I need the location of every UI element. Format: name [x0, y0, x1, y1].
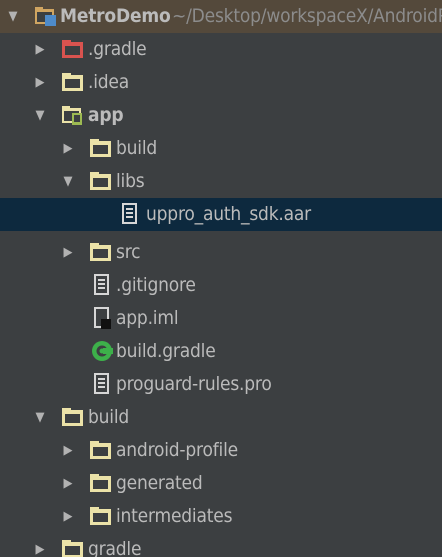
folder-excluded-icon	[61, 37, 85, 61]
tree-row-generated[interactable]: ▶ generated	[0, 467, 442, 500]
tree-row-dot-gradle[interactable]: ▶ .gradle	[0, 33, 442, 66]
text-file-icon	[90, 273, 114, 297]
android-module-icon	[61, 103, 85, 127]
expanded-arrow-icon[interactable]: ▼	[33, 108, 47, 123]
folder-icon	[61, 405, 85, 429]
tree-row-label: uppro_auth_sdk.aar	[146, 203, 311, 225]
tree-row-build-gradle[interactable]: build.gradle	[0, 335, 442, 368]
folder-icon	[89, 136, 113, 160]
tree-row-label: app	[88, 104, 124, 126]
folder-icon	[89, 504, 113, 528]
tree-row-label: intermediates	[116, 505, 233, 527]
tree-row-label: app.iml	[116, 307, 179, 329]
folder-icon	[89, 169, 113, 193]
tree-row-intermediates[interactable]: ▶ intermediates	[0, 500, 442, 533]
tree-row-label: .gradle	[88, 38, 147, 60]
expanded-arrow-icon[interactable]: ▼	[61, 174, 75, 189]
archive-file-icon	[118, 202, 142, 226]
tree-row-label: proguard-rules.pro	[116, 373, 272, 395]
tree-row-app[interactable]: ▼ app	[0, 99, 442, 132]
project-name: MetroDemo	[60, 5, 171, 27]
collapsed-arrow-icon[interactable]: ▶	[33, 542, 47, 557]
tree-row-build[interactable]: ▼ build	[0, 401, 442, 434]
tree-row-gradle[interactable]: ▶ gradle	[0, 533, 442, 557]
iml-file-icon	[90, 306, 114, 330]
tree-row-label: generated	[116, 472, 203, 494]
tree-row-label: build	[116, 137, 158, 159]
collapsed-arrow-icon[interactable]: ▶	[61, 141, 75, 156]
expanded-arrow-icon[interactable]: ▼	[6, 9, 20, 24]
collapsed-arrow-icon[interactable]: ▶	[33, 42, 47, 57]
tree-row-idea[interactable]: ▶ .idea	[0, 66, 442, 99]
tree-row-proguard-rules[interactable]: proguard-rules.pro	[0, 368, 442, 401]
tree-row-label: gradle	[88, 538, 142, 557]
tree-row-android-profile[interactable]: ▶ android-profile	[0, 434, 442, 467]
text-file-icon	[90, 372, 114, 396]
tree-row-app-build[interactable]: ▶ build	[0, 132, 442, 165]
folder-icon	[89, 471, 113, 495]
tree-row-src[interactable]: ▶ src	[0, 236, 442, 269]
tree-row-label: android-profile	[116, 439, 238, 461]
tree-row-label: libs	[116, 170, 145, 192]
collapsed-arrow-icon[interactable]: ▶	[33, 75, 47, 90]
project-path: ~/Desktop/workspaceX/AndroidP	[172, 5, 442, 27]
expanded-arrow-icon[interactable]: ▼	[33, 410, 47, 425]
gradle-icon	[90, 339, 114, 363]
folder-icon	[89, 240, 113, 264]
folder-icon	[61, 70, 85, 94]
tree-row-label: src	[116, 241, 141, 263]
collapsed-arrow-icon[interactable]: ▶	[61, 509, 75, 524]
tree-row-label: build	[88, 406, 130, 428]
collapsed-arrow-icon[interactable]: ▶	[61, 245, 75, 260]
project-tree: ▼ MetroDemo ~/Desktop/workspaceX/Android…	[0, 0, 442, 557]
folder-icon	[89, 438, 113, 462]
tree-row-project-root[interactable]: ▼ MetroDemo ~/Desktop/workspaceX/Android…	[0, 0, 442, 33]
tree-row-label: build.gradle	[116, 340, 216, 362]
tree-row-uppro-auth-sdk-aar[interactable]: uppro_auth_sdk.aar	[0, 198, 442, 231]
tree-row-label: .gitignore	[116, 274, 196, 296]
tree-row-libs[interactable]: ▼ libs	[0, 165, 442, 198]
folder-icon	[61, 537, 85, 557]
tree-row-label: .idea	[88, 71, 130, 93]
tree-row-gitignore[interactable]: .gitignore	[0, 269, 442, 302]
tree-row-app-iml[interactable]: app.iml	[0, 302, 442, 335]
collapsed-arrow-icon[interactable]: ▶	[61, 476, 75, 491]
project-module-icon	[34, 4, 58, 28]
collapsed-arrow-icon[interactable]: ▶	[61, 443, 75, 458]
